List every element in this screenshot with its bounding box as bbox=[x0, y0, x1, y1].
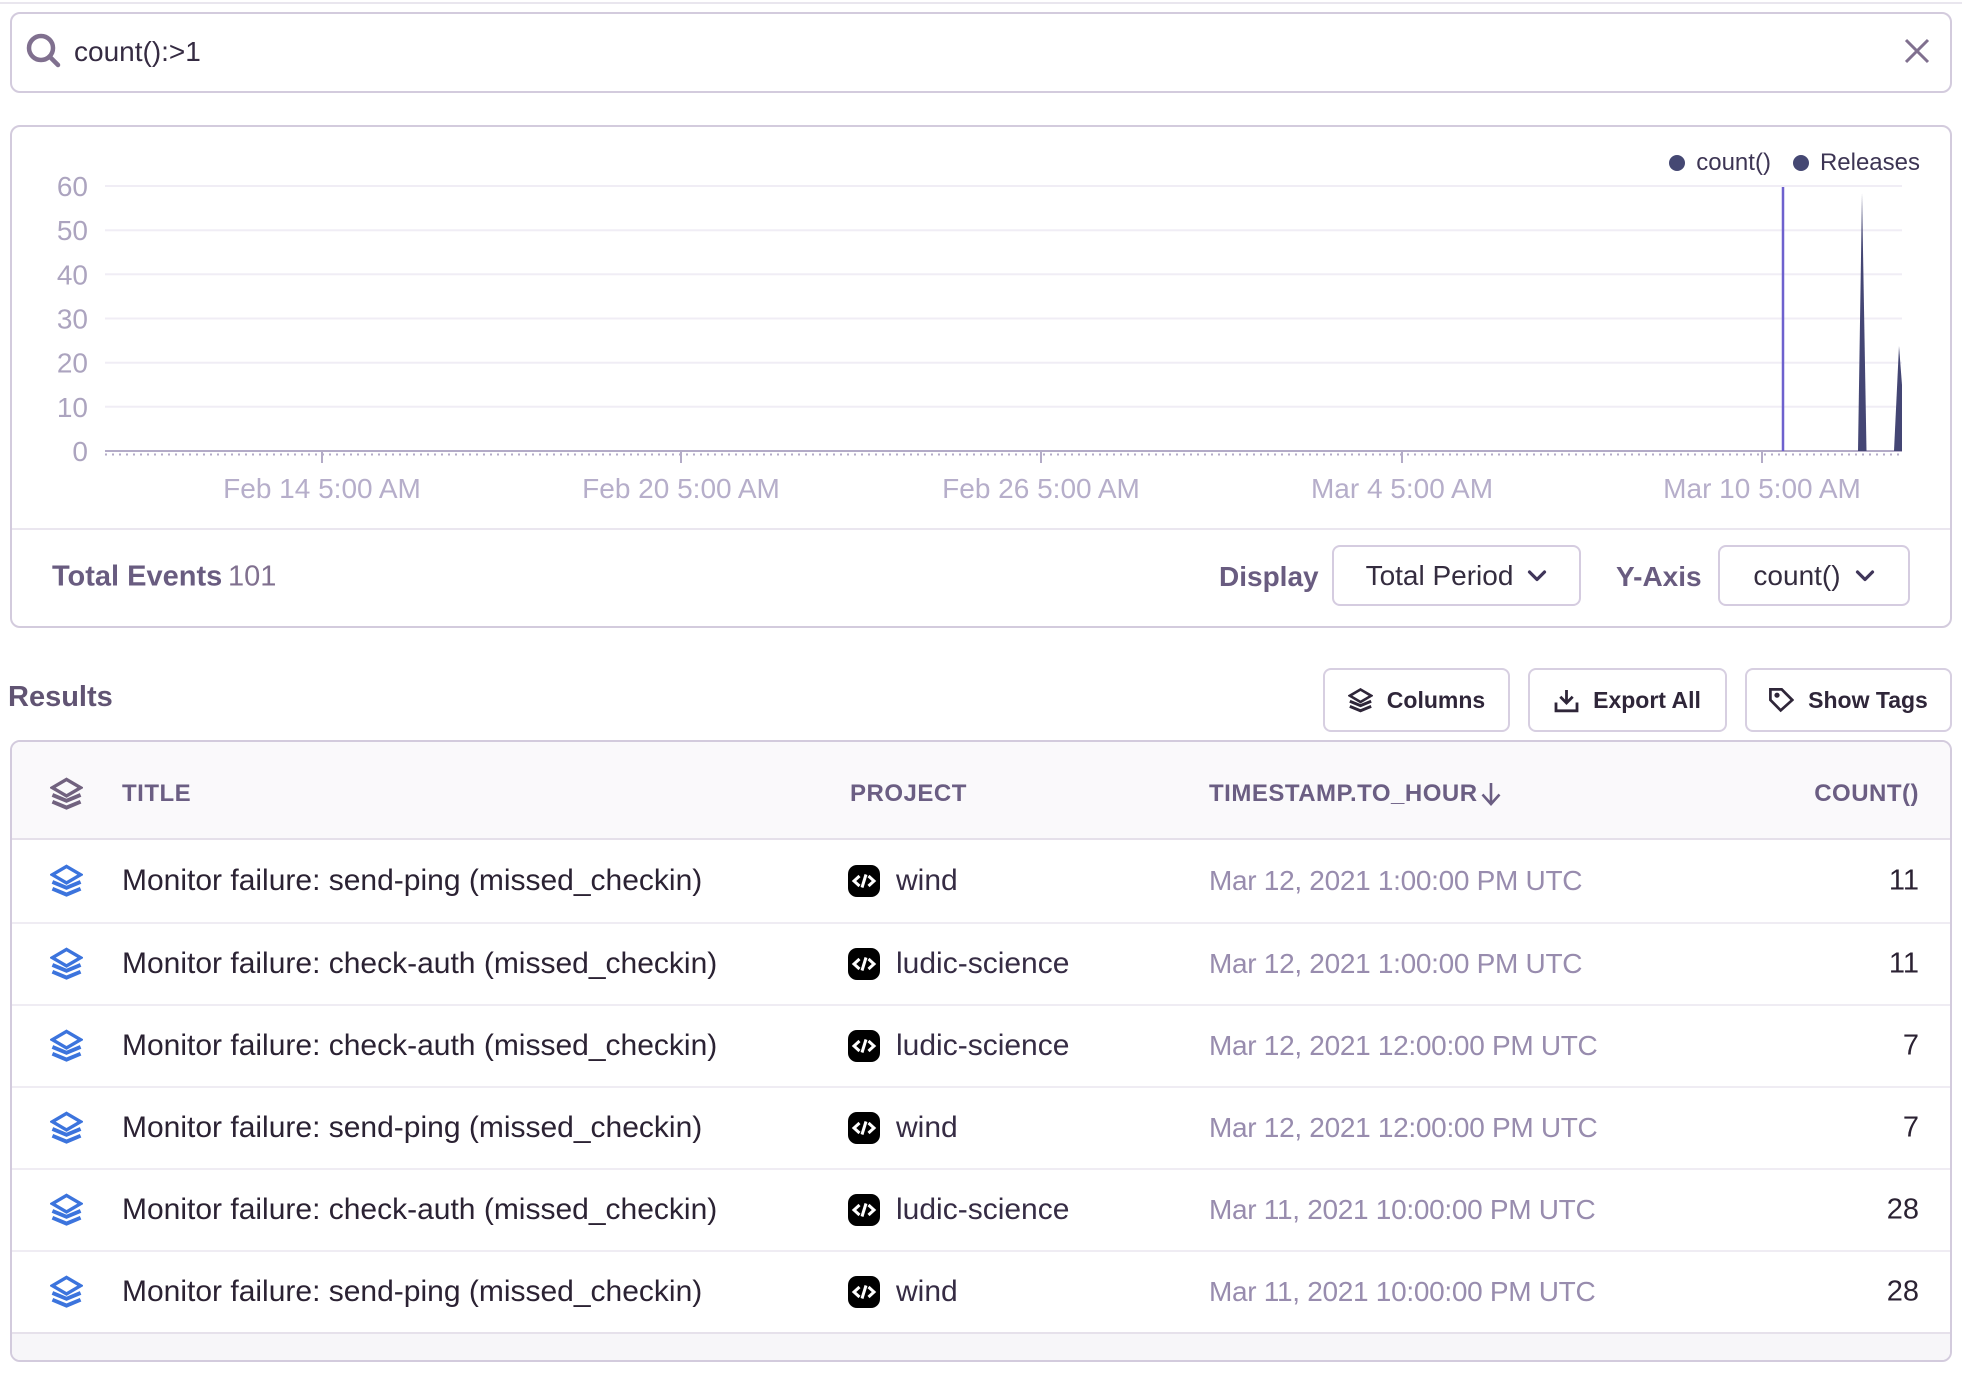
svg-text:Mar 4 5:00 AM: Mar 4 5:00 AM bbox=[1311, 473, 1493, 504]
svg-text:Feb 14 5:00 AM: Feb 14 5:00 AM bbox=[223, 473, 421, 504]
svg-text:0: 0 bbox=[72, 436, 88, 467]
svg-text:Mar 10 5:00 AM: Mar 10 5:00 AM bbox=[1663, 473, 1861, 504]
svg-text:Feb 20 5:00 AM: Feb 20 5:00 AM bbox=[582, 473, 780, 504]
svg-text:20: 20 bbox=[57, 348, 88, 379]
svg-text:10: 10 bbox=[57, 392, 88, 423]
svg-text:Feb 26 5:00 AM: Feb 26 5:00 AM bbox=[942, 473, 1140, 504]
svg-text:50: 50 bbox=[57, 215, 88, 246]
svg-text:40: 40 bbox=[57, 259, 88, 290]
svg-text:30: 30 bbox=[57, 304, 88, 335]
svg-text:60: 60 bbox=[57, 171, 88, 202]
